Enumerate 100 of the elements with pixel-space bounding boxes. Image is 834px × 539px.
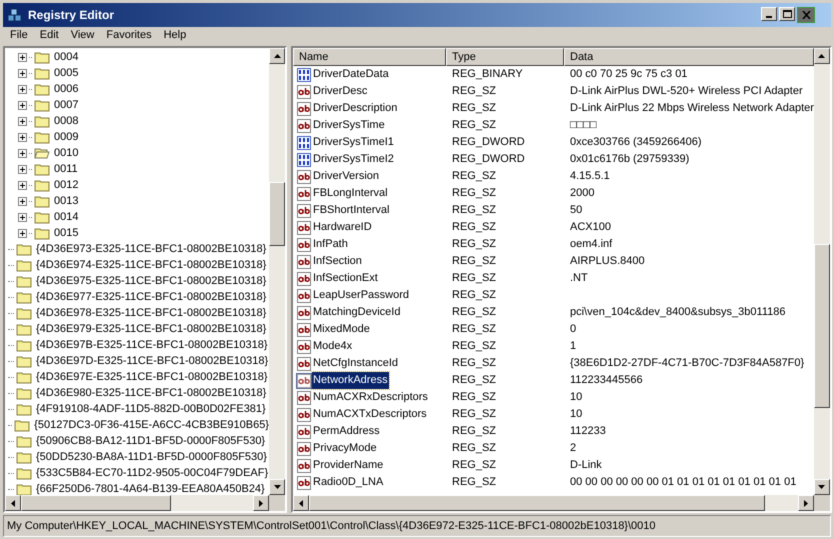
value-name[interactable]: PermAddress [312, 423, 381, 440]
value-name[interactable]: HardwareID [312, 219, 373, 236]
menu-item[interactable]: Favorites [100, 27, 158, 44]
horizontal-scrollbar[interactable] [293, 495, 830, 511]
tree-item[interactable]: 0008 [52, 112, 78, 130]
value-name[interactable]: LeapUserPassword [312, 287, 410, 304]
tree-item[interactable]: {66F250D6-7801-4A64-B139-EEA80A450B24} [34, 480, 265, 495]
tree-item[interactable]: {4D36E97E-E325-11CE-BFC1-08002BE10318} [34, 368, 268, 386]
value-name[interactable]: DriverDesc [312, 83, 368, 100]
expand-icon[interactable] [18, 212, 27, 222]
column-header[interactable]: Data [564, 48, 814, 66]
value-name[interactable]: Mode4x [312, 338, 354, 355]
value-type: REG_SZ [452, 442, 496, 454]
tree-item[interactable]: {4D36E979-E325-11CE-BFC1-08002BE10318} [34, 320, 266, 338]
tree-item[interactable]: {4D36E973-E325-11CE-BFC1-08002BE10318} [34, 240, 266, 258]
horizontal-scrollbar[interactable] [5, 495, 285, 511]
vertical-scrollbar[interactable] [269, 48, 285, 495]
tree-item[interactable]: 0010 [52, 144, 78, 162]
expand-icon[interactable] [18, 228, 27, 238]
value-name[interactable]: InfPath [312, 236, 349, 253]
tree-item[interactable]: {4D36E978-E325-11CE-BFC1-08002BE10318} [34, 304, 266, 322]
value-data: oem4.inf [570, 238, 612, 250]
tree-item[interactable]: {4F919108-4ADF-11D5-882D-00B0D02FE381} [34, 400, 266, 418]
tree-item[interactable]: 0013 [52, 192, 78, 210]
tree-item[interactable]: 0009 [52, 128, 78, 146]
expand-icon[interactable] [18, 100, 27, 110]
value-name[interactable]: DriverSysTime [312, 117, 386, 134]
scroll-up-button[interactable] [269, 48, 285, 64]
tree-item[interactable]: 0014 [52, 208, 78, 226]
value-name[interactable]: MatchingDeviceId [312, 304, 402, 321]
tree-item[interactable]: 0007 [52, 96, 78, 114]
close-button[interactable] [797, 7, 815, 23]
value-name[interactable]: InfSection [312, 253, 363, 270]
tree-item[interactable]: {50DD5230-BA8A-11D1-BF5D-0000F805F530} [34, 448, 267, 466]
value-name[interactable]: FBLongInterval [312, 185, 389, 202]
value-name[interactable]: DriverVersion [312, 168, 380, 185]
tree-item[interactable]: 0005 [52, 64, 78, 82]
menu-item[interactable]: Edit [34, 27, 65, 44]
value-name[interactable]: Radio0D_LNA [312, 474, 384, 491]
expand-icon[interactable] [18, 84, 27, 94]
expand-icon[interactable] [18, 148, 27, 158]
tree-item[interactable]: 0015 [52, 224, 78, 242]
column-header[interactable]: Type [446, 48, 564, 66]
expand-icon[interactable] [18, 132, 27, 142]
menu-item[interactable]: View [64, 27, 100, 44]
scroll-up-button[interactable] [814, 48, 830, 64]
value-name[interactable]: FBShortInterval [312, 202, 390, 219]
tree-item[interactable]: {4D36E980-E325-11CE-BFC1-08002BE10318} [34, 384, 266, 402]
scroll-thumb[interactable] [814, 244, 830, 408]
value-name[interactable]: DriverDescription [312, 100, 398, 117]
scroll-thumb[interactable] [309, 495, 765, 511]
value-name[interactable]: NetworkAdress [312, 372, 389, 389]
vertical-scrollbar[interactable] [814, 48, 830, 495]
tree-item[interactable]: {4D36E97D-E325-11CE-BFC1-08002BE10318} [34, 352, 268, 370]
value-type: REG_BINARY [452, 68, 523, 80]
expand-icon[interactable] [18, 196, 27, 206]
scroll-left-button[interactable] [5, 495, 21, 511]
value-name[interactable]: InfSectionExt [312, 270, 379, 287]
scroll-left-button[interactable] [293, 495, 309, 511]
value-name[interactable]: PrivacyMode [312, 440, 378, 457]
expand-icon[interactable] [18, 164, 27, 174]
tree-item[interactable]: {50906CB8-BA12-11D1-BF5D-0000F805F530} [34, 432, 266, 450]
string-value-icon [296, 390, 312, 406]
value-type: REG_SZ [452, 255, 496, 268]
tree-item[interactable]: {50127DC3-0F36-415E-A6CC-4CB3BE910B65} [32, 416, 269, 434]
tree-item[interactable]: 0006 [52, 80, 78, 98]
scroll-right-button[interactable] [253, 495, 269, 511]
value-name[interactable]: NetCfgInstanceId [312, 355, 399, 372]
tree-item[interactable]: {4D36E975-E325-11CE-BFC1-08002BE10318} [34, 272, 266, 290]
tree-item[interactable]: {4D36E97B-E325-11CE-BFC1-08002BE10318} [34, 336, 268, 354]
value-name[interactable]: ProviderName [312, 457, 384, 474]
value-name[interactable]: MixedMode [312, 321, 371, 338]
expand-icon[interactable] [18, 52, 27, 62]
column-header[interactable]: Name [293, 48, 446, 66]
folder-icon [16, 338, 32, 352]
value-name[interactable]: NumACXTxDescriptors [312, 406, 428, 423]
scroll-thumb[interactable] [269, 182, 285, 246]
value-type: REG_SZ [452, 357, 496, 370]
expand-icon[interactable] [18, 116, 27, 126]
value-name[interactable]: DriverDateData [312, 66, 390, 83]
tree-item[interactable]: 0011 [52, 160, 78, 178]
value-name[interactable]: DriverSysTimeI1 [312, 134, 395, 151]
expand-icon[interactable] [18, 180, 27, 190]
tree-item[interactable]: {533C5B84-EC70-11D2-9505-00C04F79DEAF} [34, 464, 268, 482]
scroll-right-button[interactable] [798, 495, 814, 511]
close-icon [802, 11, 810, 19]
scroll-down-button[interactable] [814, 479, 830, 495]
scroll-down-button[interactable] [269, 479, 285, 495]
tree-item[interactable]: 0004 [52, 48, 78, 66]
value-name[interactable]: DriverSysTimeI2 [312, 151, 395, 168]
tree-item[interactable]: {4D36E977-E325-11CE-BFC1-08002BE10318} [34, 288, 266, 306]
minimize-button[interactable] [761, 7, 777, 21]
tree-item[interactable]: 0012 [52, 176, 78, 194]
maximize-button[interactable] [779, 7, 795, 21]
menu-item[interactable]: Help [158, 27, 192, 44]
tree-item[interactable]: {4D36E974-E325-11CE-BFC1-08002BE10318} [34, 256, 266, 274]
expand-icon[interactable] [18, 68, 27, 78]
scroll-thumb[interactable] [21, 495, 171, 511]
value-name[interactable]: NumACXRxDescriptors [312, 389, 429, 406]
menu-item[interactable]: File [4, 27, 34, 44]
